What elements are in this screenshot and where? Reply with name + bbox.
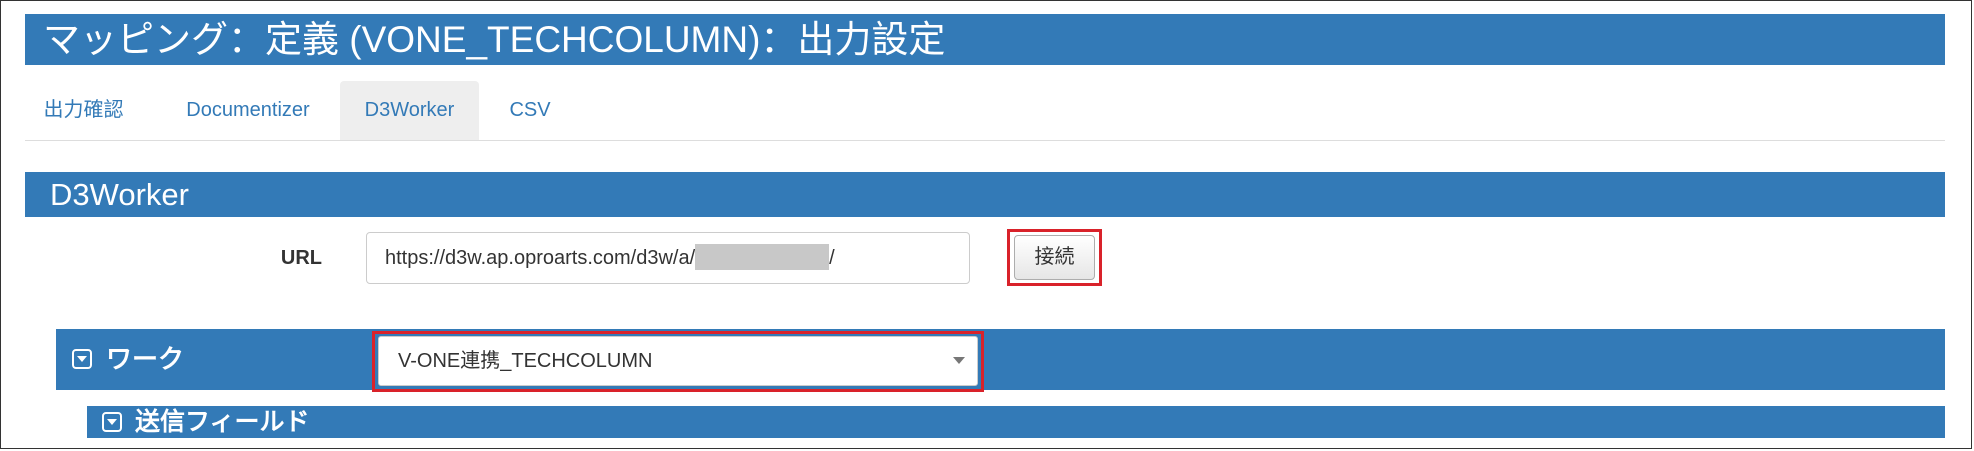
tab-d3worker[interactable]: D3Worker	[340, 81, 479, 140]
work-select-value: V-ONE連携_TECHCOLUMN	[398, 350, 653, 372]
page-title-bar: マッピング：定義 (VONE_TECHCOLUMN)：出力設定	[25, 14, 1945, 65]
page-title: マッピング：定義 (VONE_TECHCOLUMN)：出力設定	[43, 19, 946, 60]
send-fields-label: 送信フィールド	[135, 408, 310, 436]
tab-csv[interactable]: CSV	[490, 81, 570, 140]
tab-bar: 出力確認 Documentizer D3Worker CSV	[25, 81, 1945, 141]
send-fields-section-bar: 送信フィールド	[87, 406, 1945, 438]
url-value-suffix: /	[829, 247, 835, 269]
collapse-icon[interactable]	[102, 412, 122, 432]
chevron-down-icon	[953, 357, 965, 364]
tab-output-check[interactable]: 出力確認	[25, 81, 142, 140]
work-label: ワーク	[106, 344, 185, 374]
url-label: URL	[280, 247, 322, 269]
work-section-bar: ワーク	[56, 329, 1945, 390]
tab-documentizer[interactable]: Documentizer	[168, 81, 328, 140]
url-value-prefix: https://d3w.ap.oproarts.com/d3w/a/	[385, 247, 696, 269]
url-input[interactable]: https://d3w.ap.oproarts.com/d3w/a/ /	[366, 232, 970, 284]
section-title: D3Worker	[50, 177, 189, 212]
work-select[interactable]: V-ONE連携_TECHCOLUMN	[378, 336, 978, 386]
connect-button[interactable]: 接続	[1014, 235, 1095, 280]
section-header-d3worker: D3Worker	[25, 172, 1945, 217]
redacted-region	[695, 243, 830, 270]
collapse-icon[interactable]	[72, 349, 92, 369]
